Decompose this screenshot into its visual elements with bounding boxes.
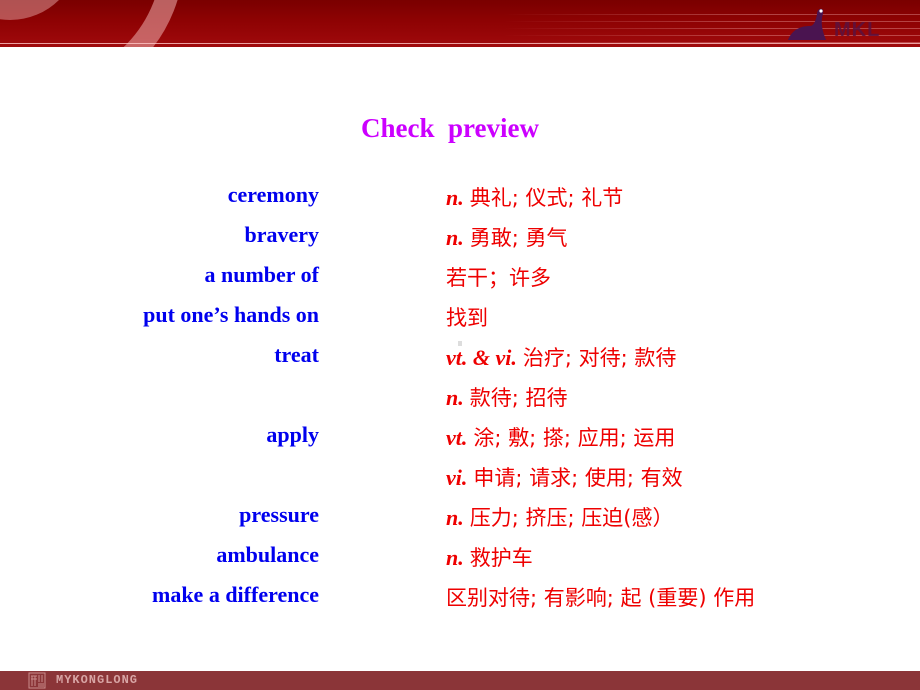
dinosaur-icon — [788, 8, 826, 40]
vocab-definition: 若干；许多 — [446, 262, 551, 292]
slide-title: Check preview — [361, 113, 539, 143]
definition-text: 勇敢; 勇气 — [469, 226, 568, 250]
vocab-term: ambulance — [216, 542, 319, 567]
slide-footer-bar: MYKONGLONG — [0, 671, 920, 690]
vocab-definition: vt. 涂; 敷; 搽; 应用; 运用 — [446, 422, 675, 452]
definition-text: 申请; 请求; 使用; 有效 — [473, 466, 683, 490]
vocab-term: bravery — [244, 222, 319, 247]
header-rule — [0, 43, 920, 44]
vocab-definition: n. 救护车 — [446, 542, 533, 572]
vocab-row: n. 款待; 招待 — [0, 382, 920, 422]
vocab-term: put one’s hands on — [143, 302, 319, 327]
part-of-speech: n. — [446, 385, 464, 410]
vocab-definition: vt. & vi. 治疗; 对待; 款待 — [446, 342, 676, 372]
vocab-definition: vi. 申请; 请求; 使用; 有效 — [446, 462, 683, 492]
vocab-row: apply vt. 涂; 敷; 搽; 应用; 运用 — [0, 422, 920, 462]
part-of-speech: n. — [446, 505, 464, 530]
definition-text: 找到 — [446, 306, 488, 330]
vocab-definition: n. 典礼; 仪式; 礼节 — [446, 182, 623, 212]
definition-text: 典礼; 仪式; 礼节 — [469, 186, 624, 210]
vocab-term: treat — [274, 342, 319, 367]
vocab-row: ceremony n. 典礼; 仪式; 礼节 — [0, 182, 920, 222]
vocab-definition: 区别对待; 有影响; 起 (重要) 作用 — [446, 582, 755, 612]
slide-header-banner: MKL — [0, 0, 920, 47]
vocab-row: a number of 若干；许多 — [0, 262, 920, 302]
vocab-row: vi. 申请; 请求; 使用; 有效 — [0, 462, 920, 502]
vocab-row: make a difference 区别对待; 有影响; 起 (重要) 作用 — [0, 582, 920, 622]
definition-text: 若干；许多 — [446, 266, 551, 290]
vocab-term: ceremony — [227, 182, 319, 207]
part-of-speech: vi. — [446, 465, 468, 490]
part-of-speech: n. — [446, 185, 464, 210]
vocab-row: treat vt. & vi. 治疗; 对待; 款待 — [0, 342, 920, 382]
definition-text: 救护车 — [469, 546, 533, 570]
logo-text: MKL — [834, 19, 881, 41]
definition-text: 区别对待; 有影响; 起 (重要) 作用 — [446, 586, 756, 610]
definition-text: 款待; 招待 — [469, 386, 568, 410]
vocab-row: ambulance n. 救护车 — [0, 542, 920, 582]
vocab-term: a number of — [204, 262, 320, 287]
vocab-term: pressure — [239, 502, 319, 527]
definition-text: 压力; 挤压; 压迫(感） — [469, 506, 674, 530]
vocab-definition: n. 款待; 招待 — [446, 382, 568, 412]
part-of-speech: vt. & vi. — [446, 345, 517, 370]
footer-brand-text: MYKONGLONG — [56, 673, 139, 687]
vocab-definition: n. 压力; 挤压; 压迫(感） — [446, 502, 673, 532]
vocab-definition: n. 勇敢; 勇气 — [446, 222, 568, 252]
definition-text: 涂; 敷; 搽; 应用; 运用 — [473, 426, 676, 450]
placeholder-marker — [458, 341, 462, 346]
vocab-term: make a difference — [152, 582, 319, 607]
definition-text: 治疗; 对待; 款待 — [522, 346, 677, 370]
brand-seal-icon — [28, 672, 46, 689]
vocab-row: put one’s hands on 找到 — [0, 302, 920, 342]
vocab-row: bravery n. 勇敢; 勇气 — [0, 222, 920, 262]
header-logo: MKL — [786, 6, 894, 42]
vocab-row: pressure n. 压力; 挤压; 压迫(感） — [0, 502, 920, 542]
vocab-term: apply — [266, 422, 319, 447]
part-of-speech: n. — [446, 225, 464, 250]
part-of-speech: vt. — [446, 425, 468, 450]
part-of-speech: n. — [446, 545, 464, 570]
vocab-definition: 找到 — [446, 302, 488, 332]
